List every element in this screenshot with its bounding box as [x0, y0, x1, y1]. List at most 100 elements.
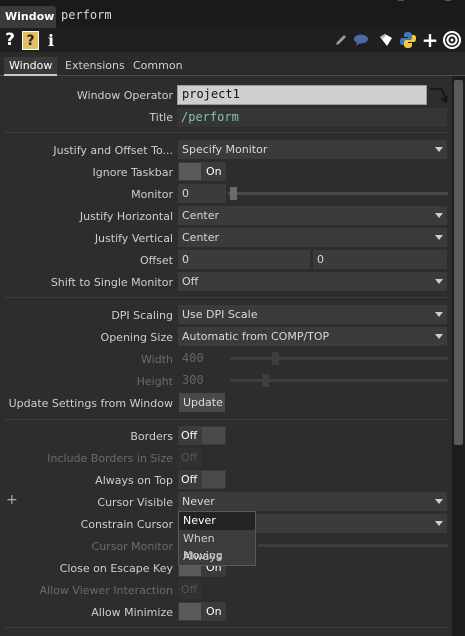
help-icon[interactable]: ?: [2, 30, 18, 50]
width-slider-knob: [272, 352, 279, 365]
help-python-icon[interactable]: ?: [22, 31, 39, 50]
height-field: 300: [182, 373, 204, 387]
param-label-allow-viewer-interaction: Allow Viewer Interaction: [39, 584, 173, 597]
menu-item-never[interactable]: Never: [179, 512, 255, 530]
shift-single-monitor-dropdown[interactable]: Off: [178, 272, 447, 291]
allow-minimize-toggle[interactable]: On: [178, 602, 226, 621]
justify-vertical-dropdown[interactable]: Center: [178, 228, 447, 247]
param-label-opening-size: Opening Size: [100, 331, 173, 344]
allow-viewer-interaction-toggle: Off: [178, 580, 202, 599]
param-label-monitor: Monitor: [131, 188, 173, 201]
param-label-height: Height: [136, 375, 173, 388]
always-on-top-toggle[interactable]: Off: [178, 470, 226, 489]
justify-horizontal-value: Center: [182, 209, 220, 222]
plus-icon[interactable]: +: [421, 28, 439, 52]
cursor-visible-value: Never: [182, 495, 215, 508]
chevron-down-icon: [435, 147, 443, 152]
height-slider-knob: [262, 374, 269, 387]
justify-vertical-value: Center: [182, 231, 220, 244]
param-label-justify-horizontal: Justify Horizontal: [79, 210, 173, 223]
param-label-justify-offset: Justify and Offset To...: [53, 144, 173, 157]
comment-icon[interactable]: [353, 30, 369, 50]
param-label-borders: Borders: [130, 430, 173, 443]
chevron-down-icon: [435, 279, 443, 284]
param-label-cursor-monitor: Cursor Monitor: [91, 540, 173, 553]
toggle-knob: [179, 163, 201, 180]
param-label-title: Title: [149, 111, 173, 124]
param-label-constrain-cursor: Constrain Cursor: [80, 518, 173, 531]
expand-plus-icon[interactable]: +: [6, 492, 18, 508]
toggle-state: Off: [181, 451, 198, 464]
operator-link-arrow-icon[interactable]: [428, 85, 448, 105]
param-label-always-on-top: Always on Top: [95, 474, 173, 487]
cursor-visible-menu: Never When Moving Always: [178, 511, 256, 566]
tab-extensions[interactable]: Extensions: [60, 57, 130, 76]
info-icon[interactable]: i: [44, 30, 58, 50]
toggle-state: On: [206, 605, 222, 618]
target-icon[interactable]: [442, 30, 462, 50]
justify-offset-value: Specify Monitor: [182, 143, 268, 156]
param-label-offset: Offset: [139, 254, 173, 267]
toggle-knob: [202, 427, 225, 444]
monitor-slider-knob[interactable]: [230, 187, 237, 200]
python-icon[interactable]: [398, 30, 418, 50]
section-divider: [4, 132, 448, 133]
tab-common[interactable]: Common: [128, 57, 188, 76]
width-field: 400: [182, 351, 204, 365]
ignore-taskbar-toggle[interactable]: On: [178, 162, 226, 181]
cursor-monitor-slider-track: [258, 544, 448, 547]
section-divider: [4, 297, 448, 298]
chevron-down-icon: [435, 235, 443, 240]
param-label-include-borders: Include Borders in Size: [47, 452, 173, 465]
title-field[interactable]: /perform: [177, 108, 447, 127]
section-divider: [4, 627, 448, 628]
param-label-window-operator: Window Operator: [76, 89, 173, 102]
opening-size-value: Automatic from COMP/TOP: [182, 330, 330, 343]
offset-y-field[interactable]: 0: [313, 250, 447, 269]
operator-name[interactable]: perform: [61, 8, 112, 22]
menu-item-always[interactable]: Always: [179, 548, 255, 566]
monitor-field[interactable]: 0: [178, 184, 226, 203]
opening-size-dropdown[interactable]: Automatic from COMP/TOP: [178, 327, 447, 346]
window-operator-field[interactable]: project1: [177, 85, 427, 105]
chevron-down-icon: [435, 213, 443, 218]
section-divider: [4, 419, 448, 420]
monitor-slider-track[interactable]: [228, 192, 448, 195]
include-borders-toggle: Off: [178, 448, 202, 467]
edit-icon[interactable]: [333, 30, 349, 50]
borders-toggle[interactable]: Off: [178, 426, 226, 445]
param-label-cursor-visible: Cursor Visible: [97, 496, 173, 509]
icon-toolbar: ? ? i +: [0, 28, 465, 52]
toggle-state: Off: [181, 583, 198, 596]
scrollbar-thumb[interactable]: [454, 80, 463, 445]
menu-item-when-moving[interactable]: When Moving: [179, 530, 255, 562]
offset-x-field[interactable]: 0: [178, 250, 310, 269]
parameter-tabs: Window Extensions Common: [0, 52, 465, 76]
toggle-state: Off: [181, 429, 198, 442]
dpi-scaling-dropdown[interactable]: Use DPI Scale: [178, 305, 447, 324]
clone-icon[interactable]: [376, 30, 396, 50]
update-button[interactable]: Update: [179, 393, 225, 412]
justify-offset-dropdown[interactable]: Specify Monitor: [178, 140, 447, 159]
param-label-allow-minimize: Allow Minimize: [91, 606, 173, 619]
operator-type-label: Window: [0, 6, 56, 28]
toggle-knob: [202, 471, 225, 488]
justify-horizontal-dropdown[interactable]: Center: [178, 206, 447, 225]
param-label-width: Width: [141, 353, 173, 366]
tab-window[interactable]: Window: [4, 57, 58, 76]
dpi-scaling-value: Use DPI Scale: [182, 308, 258, 321]
toggle-knob: [179, 603, 201, 620]
title-bar: Window perform: [0, 0, 465, 28]
param-label-ignore-taskbar: Ignore Taskbar: [92, 166, 173, 179]
param-label-close-on-escape: Close on Escape Key: [59, 562, 173, 575]
grip-mark: [398, 0, 404, 1]
toggle-state: On: [206, 165, 222, 178]
chevron-down-icon: [435, 312, 443, 317]
width-slider-track: [230, 357, 448, 360]
param-label-update-settings: Update Settings from Window: [8, 397, 173, 410]
param-label-dpi-scaling: DPI Scaling: [111, 309, 173, 322]
cursor-visible-dropdown[interactable]: Never: [178, 492, 447, 511]
param-label-shift-single-monitor: Shift to Single Monitor: [50, 276, 173, 289]
chevron-down-icon: [435, 521, 443, 526]
chevron-down-icon: [435, 499, 443, 504]
